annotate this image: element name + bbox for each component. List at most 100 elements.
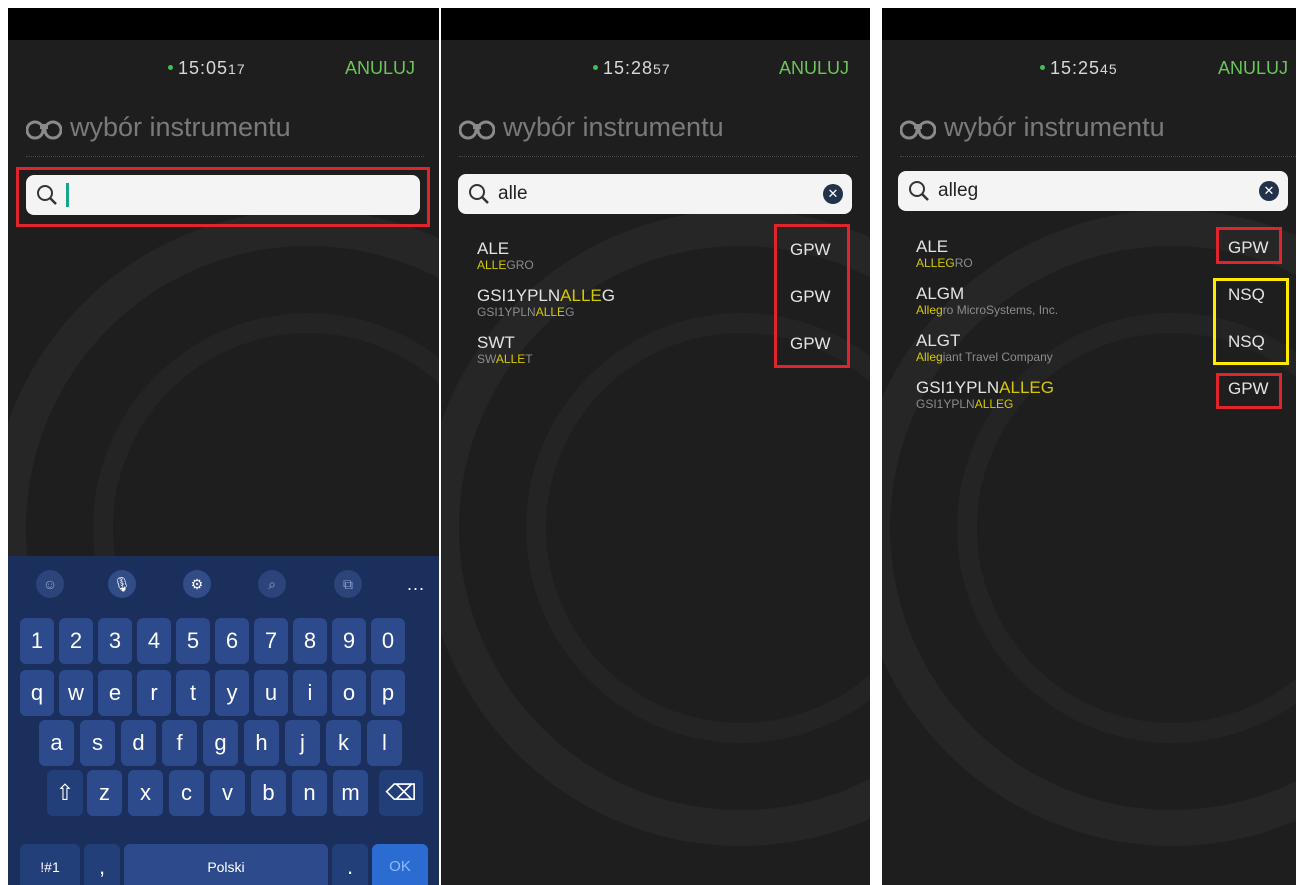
key-1[interactable]: 1: [20, 618, 54, 664]
space-key[interactable]: Polski: [124, 844, 328, 885]
key-x[interactable]: x: [128, 770, 163, 816]
search-icon[interactable]: ⌕: [258, 570, 286, 598]
symbol-text: ALE: [916, 237, 949, 256]
clear-search-icon[interactable]: ✕: [823, 184, 843, 204]
key-7[interactable]: 7: [254, 618, 288, 664]
key-z[interactable]: z: [87, 770, 122, 816]
name-match: Alleg: [916, 350, 943, 364]
key-e[interactable]: e: [98, 670, 132, 716]
clock: 15:2857: [593, 58, 671, 79]
clear-search-icon[interactable]: ✕: [1259, 181, 1279, 201]
key-6[interactable]: 6: [215, 618, 249, 664]
annotation-box-search: [16, 167, 430, 227]
key-d[interactable]: d: [121, 720, 156, 766]
name-match: Alleg: [916, 303, 943, 317]
annotation-box-gpw-top: [1216, 227, 1282, 264]
key-b[interactable]: b: [251, 770, 286, 816]
name-match: ALLE: [495, 352, 526, 366]
key-h[interactable]: h: [244, 720, 279, 766]
more-icon[interactable]: ...: [407, 574, 425, 595]
key-y[interactable]: y: [215, 670, 249, 716]
name-match: ALLE: [535, 305, 566, 319]
ok-key[interactable]: OK: [372, 844, 428, 885]
backspace-key[interactable]: ⌫: [379, 770, 423, 816]
connection-dot-icon: [168, 64, 173, 70]
symbols-key[interactable]: !#1: [20, 844, 80, 885]
key-2[interactable]: 2: [59, 618, 93, 664]
instrument-name: SWALLET: [477, 352, 533, 366]
instrument-name: ALLEGRO: [916, 256, 973, 270]
key-9[interactable]: 9: [332, 618, 366, 664]
key-c[interactable]: c: [169, 770, 204, 816]
search-input[interactable]: alleg ✕: [898, 171, 1288, 211]
key-k[interactable]: k: [326, 720, 361, 766]
instrument-name: GSI1YPLNALLEG: [916, 397, 1013, 411]
key-v[interactable]: v: [210, 770, 245, 816]
key-u[interactable]: u: [254, 670, 288, 716]
key-j[interactable]: j: [285, 720, 320, 766]
cancel-button[interactable]: ANULUJ: [1218, 58, 1288, 79]
comma-key[interactable]: ,: [84, 844, 120, 885]
cancel-button[interactable]: ANULUJ: [345, 58, 415, 79]
search-input[interactable]: alle ✕: [458, 174, 852, 214]
settings-icon[interactable]: ⚙: [183, 570, 211, 598]
system-bar: [441, 8, 870, 40]
symbol-match: ALLEG: [999, 378, 1054, 397]
key-q[interactable]: q: [20, 670, 54, 716]
name-text: GSI1YPLN: [916, 397, 975, 411]
emoji-icon[interactable]: ☺: [36, 570, 64, 598]
instrument-symbol: ALGT: [916, 331, 960, 351]
instrument-symbol: ALE: [916, 237, 948, 257]
key-o[interactable]: o: [332, 670, 366, 716]
symbol-text: G: [601, 286, 615, 305]
key-g[interactable]: g: [203, 720, 238, 766]
status-row: 15:2545 ANULUJ: [882, 56, 1296, 80]
annotation-box-exchange: [774, 224, 850, 368]
microphone-icon[interactable]: 🎙: [108, 570, 136, 598]
key-0[interactable]: 0: [371, 618, 405, 664]
key-f[interactable]: f: [162, 720, 197, 766]
symbol-text: ALGT: [916, 331, 961, 350]
cancel-button[interactable]: ANULUJ: [779, 58, 849, 79]
symbol-text: GSI1YPLN: [916, 378, 1000, 397]
status-row: 15:2857 ANULUJ: [441, 56, 870, 80]
name-match: ALLEG: [974, 397, 1014, 411]
key-r[interactable]: r: [137, 670, 171, 716]
key-8[interactable]: 8: [293, 618, 327, 664]
key-m[interactable]: m: [333, 770, 368, 816]
system-bar: [8, 8, 439, 40]
name-text: T: [525, 352, 533, 366]
period-key[interactable]: .: [332, 844, 368, 885]
symbol-text: SWT: [477, 333, 515, 352]
key-l[interactable]: l: [367, 720, 402, 766]
symbol-text: GSI1YPLN: [477, 286, 561, 305]
clipboard-icon[interactable]: ⧉: [334, 570, 362, 598]
key-i[interactable]: i: [293, 670, 327, 716]
connection-dot-icon: [1040, 64, 1045, 70]
instrument-symbol: SWT: [477, 333, 515, 353]
symbol-text: ALGM: [916, 284, 965, 303]
key-5[interactable]: 5: [176, 618, 210, 664]
key-s[interactable]: s: [80, 720, 115, 766]
instrument-symbol: ALE: [477, 239, 509, 259]
key-t[interactable]: t: [176, 670, 210, 716]
instrument-name: GSI1YPLNALLEG: [477, 305, 574, 319]
search-icon: [909, 181, 929, 201]
name-text: G: [565, 305, 575, 319]
screen-search-alleg: 15:2545 ANULUJ wybór instrumentu alleg ✕…: [882, 8, 1296, 885]
binoculars-icon: [459, 120, 495, 140]
divider: [459, 156, 857, 157]
status-row: 15:0517 ANULUJ: [8, 56, 439, 80]
name-text: GSI1YPLN: [477, 305, 536, 319]
shift-key[interactable]: ⇧: [47, 770, 83, 816]
key-p[interactable]: p: [371, 670, 405, 716]
key-a[interactable]: a: [39, 720, 74, 766]
name-text: iant Travel Company: [942, 350, 1053, 364]
system-bar: [882, 8, 1296, 40]
key-3[interactable]: 3: [98, 618, 132, 664]
key-n[interactable]: n: [292, 770, 327, 816]
key-4[interactable]: 4: [137, 618, 171, 664]
clock: 15:2545: [1040, 58, 1118, 79]
key-w[interactable]: w: [59, 670, 93, 716]
screen-search-alle: 15:2857 ANULUJ wybór instrumentu alle ✕ …: [441, 8, 870, 885]
